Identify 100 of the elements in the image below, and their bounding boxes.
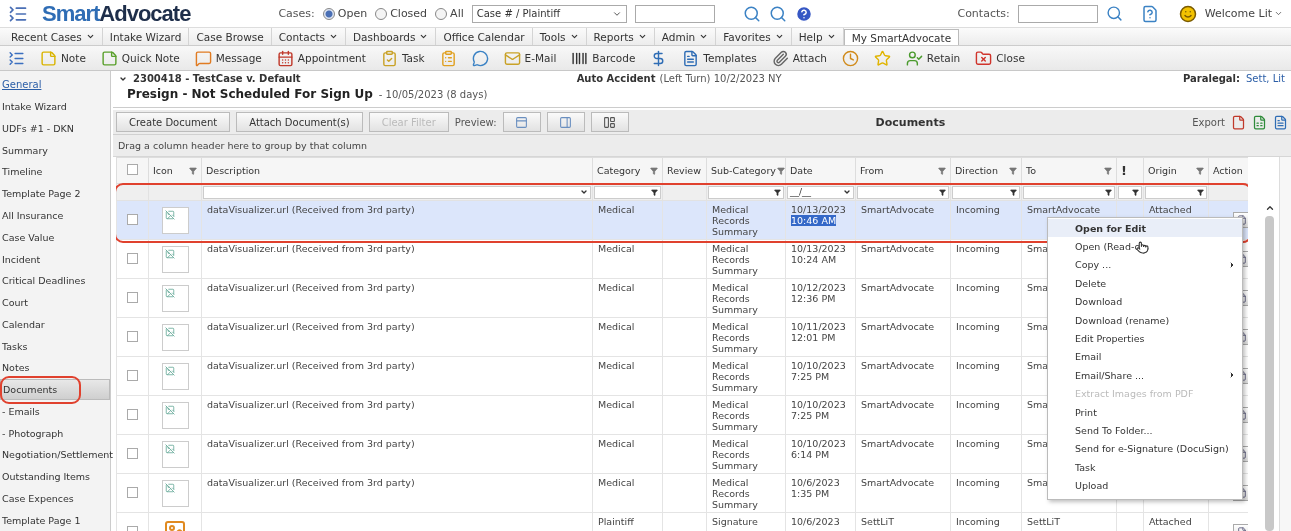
table-cell: Incoming <box>956 477 1000 488</box>
table-cell: Medical Records Summary <box>712 360 758 393</box>
sidebar-item[interactable]: Outstanding Items <box>0 465 110 488</box>
sidebar-item[interactable]: Court <box>0 291 110 314</box>
toolbar-button[interactable]: Note <box>40 49 86 67</box>
column-header[interactable]: ! <box>1121 163 1127 178</box>
table-cell: 7:25 PM <box>791 410 830 421</box>
table-cell: Medical <box>598 399 635 410</box>
menu-item[interactable]: Help <box>791 28 844 45</box>
menu-item[interactable]: Favorites <box>716 28 792 45</box>
case-filter-radio[interactable]: Closed <box>375 7 428 20</box>
table-cell: Medical <box>598 282 635 293</box>
menu-item[interactable]: Admin <box>654 28 717 45</box>
sidebar-item[interactable]: Documents <box>0 378 110 401</box>
menu-item[interactable]: Case Browse <box>189 28 272 45</box>
menu-item[interactable]: Open for Edit <box>1048 219 1242 238</box>
sidebar-item[interactable]: Critical Deadlines <box>0 269 110 292</box>
table-cell: Medical <box>598 360 635 371</box>
toolbar-button[interactable]: Retain <box>905 49 961 67</box>
table-cell: Incoming <box>956 204 1000 215</box>
sidebar-item[interactable]: - Emails <box>0 400 110 423</box>
toolbar-button[interactable]: Task <box>380 49 425 67</box>
table-cell: Sma <box>1027 321 1049 332</box>
menu-item[interactable]: Email/Share ... <box>1048 366 1242 385</box>
column-header[interactable]: To <box>1026 165 1036 176</box>
sidebar-item[interactable]: All Insurance <box>0 204 110 227</box>
menu-item[interactable]: Print <box>1048 402 1242 422</box>
toolbar-button[interactable]: E-Mail <box>503 49 557 67</box>
table-cell: SmartAdvocate <box>861 438 935 449</box>
sidebar-item[interactable]: Template Page 1 <box>0 509 110 531</box>
table-cell: Signature <box>712 516 758 527</box>
menu-tab[interactable]: My SmartAdvocate <box>843 29 960 45</box>
case-number: 2300418 - TestCase v. Default <box>133 73 301 84</box>
export-label: Export <box>1192 116 1225 128</box>
sidebar-item[interactable]: Timeline <box>0 161 110 183</box>
table-cell: Medical <box>598 438 635 449</box>
toolbar-button[interactable]: Quick Note <box>100 49 180 67</box>
sidebar-item[interactable]: Case Expences <box>0 487 110 510</box>
column-header[interactable]: Description <box>206 165 261 176</box>
case-filter-radio[interactable]: Open <box>322 7 368 20</box>
date-filter-field[interactable]: __/__ <box>787 185 854 199</box>
user-menu[interactable]: Welcome Lit <box>1204 7 1283 20</box>
sidebar-item[interactable]: Tasks <box>0 335 110 357</box>
table-cell: 12:01 PM <box>791 332 836 343</box>
table-cell: 10:46 AM <box>791 215 837 226</box>
menu-item[interactable]: Reports <box>586 28 655 45</box>
column-header[interactable]: From <box>860 165 884 176</box>
table-cell: SmartAdvocate <box>861 399 935 410</box>
table-cell: 6:14 PM <box>791 449 830 460</box>
column-header[interactable]: Icon <box>153 165 173 176</box>
sidebar-item[interactable]: Summary <box>0 139 110 162</box>
group-hint: Drag a column header here to group by that column <box>113 135 1291 157</box>
search-type-select[interactable]: Case # / Plaintiff <box>471 4 627 23</box>
menu-item[interactable]: Contacts <box>271 28 346 45</box>
table-cell: dataVisualizer.url (Received from 3rd party) <box>207 321 415 332</box>
menu-item[interactable]: Upload <box>1048 476 1242 495</box>
toolbar-button[interactable]: Templates <box>682 49 757 67</box>
table-cell: SettLiT <box>1027 516 1061 527</box>
paralegal-link[interactable]: Sett, Lit <box>1246 73 1285 84</box>
toolbar-button[interactable]: Attach Document(s) <box>236 112 363 132</box>
table-cell: 10/6/2023 <box>791 516 840 527</box>
sidebar-item[interactable]: Incident <box>0 248 110 270</box>
menu-item[interactable]: Copy ... <box>1048 255 1242 275</box>
menu-item[interactable]: Tools <box>532 28 587 45</box>
sidebar-item[interactable]: - Photograph <box>0 422 110 444</box>
column-header[interactable]: Origin <box>1148 165 1177 176</box>
table-cell: SmartAdvocate <box>1027 204 1101 215</box>
menu-item[interactable]: Send for e-Signature (DocuSign) <box>1048 439 1242 459</box>
sidebar-item[interactable]: Notes <box>0 356 110 379</box>
menu-item[interactable]: Dashboards <box>346 28 437 45</box>
toolbar-button[interactable]: Barcode <box>571 49 636 67</box>
table-cell: Medical Records Summary <box>712 399 758 432</box>
toolbar-button[interactable]: Attach <box>771 49 827 67</box>
sidebar-link[interactable]: General <box>0 74 110 96</box>
toolbar-button[interactable]: Appointment <box>276 49 366 67</box>
table-cell: dataVisualizer.url (Received from 3rd party) <box>207 204 415 215</box>
sidebar-item[interactable]: Calendar <box>0 313 110 336</box>
menu-item[interactable]: Recent Cases <box>4 28 103 45</box>
table-cell: Sma <box>1027 399 1049 410</box>
toolbar-button[interactable]: Message <box>194 49 262 67</box>
sidebar-item[interactable]: Intake Wizard <box>0 95 110 118</box>
paralegal-label: Paralegal: <box>1183 73 1240 84</box>
menu-item[interactable]: Download <box>1048 292 1242 311</box>
table-cell: Medical Records Summary <box>712 282 758 315</box>
toolbar-button[interactable]: Close <box>975 49 1025 67</box>
table-cell: Attached <box>1149 516 1192 527</box>
sidebar-item[interactable]: UDFs #1 - DKN <box>0 117 110 140</box>
table-cell: Sma <box>1027 243 1049 254</box>
menu-item[interactable]: Office Calendar <box>436 28 533 45</box>
menu-item[interactable]: Edit Properties <box>1048 329 1242 348</box>
toolbar-button[interactable]: Create Document <box>116 112 231 132</box>
table-cell: Medical Records Summary <box>712 477 758 510</box>
menu-item[interactable]: Intake Wizard <box>102 28 190 45</box>
table-cell: Incoming <box>956 243 1000 254</box>
case-filter-radio[interactable]: All <box>435 7 464 20</box>
table-cell: Incoming <box>956 282 1000 293</box>
column-header[interactable]: Date <box>790 165 813 176</box>
case-type-detail: (Left Turn) 10/2/2023 NY <box>659 73 782 84</box>
sidebar-item[interactable]: Case Value <box>0 226 110 249</box>
sidebar-item[interactable]: Template Page 2 <box>0 182 110 205</box>
